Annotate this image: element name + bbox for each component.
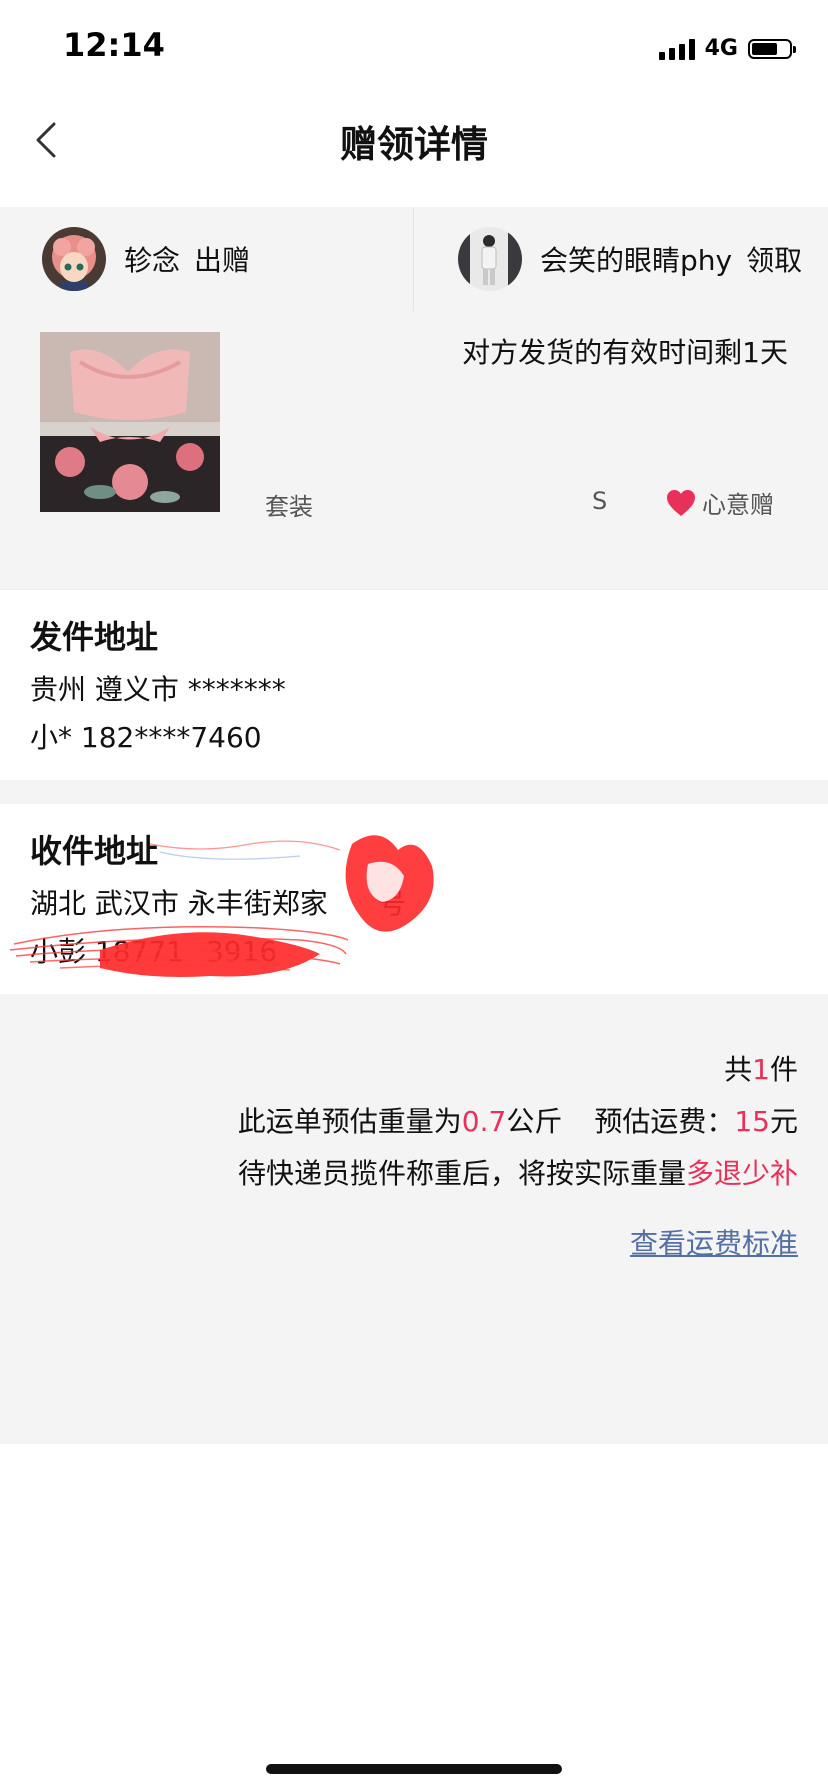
- item-count-value: 1: [752, 1053, 770, 1086]
- item-size: S: [592, 487, 608, 515]
- giver[interactable]: 轸念 出赠: [42, 207, 250, 311]
- settlement-note-highlight: 多退少补: [685, 1157, 798, 1190]
- giver-name: 轸念: [124, 244, 181, 277]
- receiver-avatar: [458, 227, 522, 291]
- item-name: 套装: [265, 493, 313, 521]
- item-count-suffix: 件: [769, 1053, 798, 1086]
- receiver-contact: 小彭 18771 3916: [30, 930, 277, 970]
- receiver-address-text: 湖北 武汉市 永丰街郑家: [30, 887, 328, 920]
- weight-value: 0.7: [461, 1105, 507, 1138]
- gift-type-label: 心意赠: [702, 491, 774, 519]
- section-gap: [0, 780, 828, 804]
- item-count: 共1件: [724, 1048, 798, 1088]
- settlement-note: 待快递员揽件称重后，将按实际重量多退少补: [238, 1152, 798, 1192]
- receiver-address-line: 湖北 武汉市 永丰街郑家 号: [30, 882, 406, 922]
- deadline-text: 对方发货的有效时间剩1天: [462, 336, 788, 369]
- settlement-note-text: 待快递员揽件称重后，将按实际重量: [237, 1157, 686, 1190]
- network-label: 4G: [704, 36, 738, 61]
- receiver-address-title: 收件地址: [30, 832, 159, 870]
- giver-avatar: [42, 227, 106, 291]
- sender-address-title: 发件地址: [30, 618, 159, 656]
- receiver-role: 领取: [746, 244, 803, 277]
- heart-icon: [667, 489, 695, 516]
- nav-bar: 赠领详情: [0, 100, 828, 208]
- receiver-address-suffix: 号: [377, 887, 406, 920]
- home-indicator[interactable]: [266, 1764, 562, 1774]
- status-bar: 12:14 4G: [0, 0, 828, 100]
- page-title: 赠领详情: [340, 123, 488, 166]
- gift-type: 心意赠: [666, 485, 774, 520]
- party-bar: 轸念 出赠 会笑的眼睛phy 领取: [0, 207, 828, 312]
- signal-icon: [658, 38, 695, 60]
- fee-value: 15: [734, 1105, 770, 1138]
- status-indicators: 4G: [658, 36, 796, 61]
- battery-icon: [748, 38, 796, 59]
- giver-role: 出赠: [194, 244, 251, 277]
- party-divider: [413, 207, 414, 311]
- weight-label: 此运单预估重量为: [237, 1105, 462, 1138]
- fee-label: 预估运费：: [594, 1105, 735, 1138]
- receiver-contact-text: 小彭 18771: [30, 935, 184, 968]
- freight-info: 共1件 此运单预估重量为0.7公斤 预估运费：15元 待快递员揽件称重后，将按实际…: [0, 994, 828, 1444]
- sender-address: 发件地址 贵州 遵义市 ******* 小* 182****7460: [0, 590, 828, 780]
- receiver-contact-suffix: 3916: [205, 935, 278, 968]
- weight-unit: 公斤: [506, 1105, 563, 1138]
- product-image[interactable]: [40, 332, 220, 512]
- view-fee-standard-link[interactable]: 查看运费标准: [630, 1222, 798, 1262]
- receiver-address: 收件地址 湖北 武汉市 永丰街郑家 号 小彭 18771 3916: [0, 804, 828, 994]
- weight-and-fee: 此运单预估重量为0.7公斤 预估运费：15元: [238, 1100, 798, 1140]
- fee-unit: 元: [769, 1105, 798, 1138]
- status-time: 12:14: [63, 26, 165, 64]
- item-count-prefix: 共: [724, 1053, 753, 1086]
- receiver-name: 会笑的眼睛phy: [540, 244, 733, 277]
- sender-address-line: 贵州 遵义市 *******: [30, 673, 286, 706]
- sender-contact: 小* 182****7460: [30, 721, 262, 754]
- item-card[interactable]: 对方发货的有效时间剩1天 套装 S 心意赠: [0, 311, 828, 589]
- receiver[interactable]: 会笑的眼睛phy 领取: [458, 207, 802, 311]
